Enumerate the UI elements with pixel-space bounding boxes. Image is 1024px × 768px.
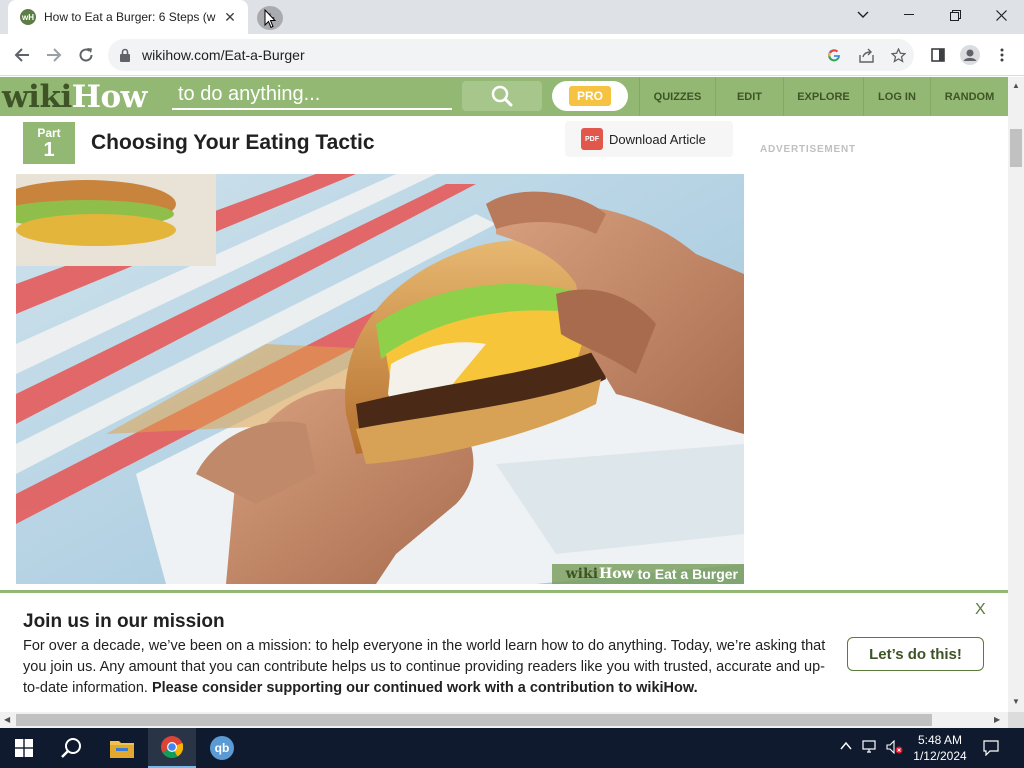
- kebab-menu-icon[interactable]: [992, 45, 1012, 65]
- banner-body: For over a decade, we’ve been on a missi…: [23, 636, 838, 699]
- minimize-button[interactable]: [886, 0, 932, 30]
- windows-taskbar: qb 5:48 AM 1/12/2024: [0, 728, 1024, 768]
- system-clock[interactable]: 5:48 AM 1/12/2024: [905, 732, 975, 764]
- scroll-up-icon[interactable]: ▲: [1012, 81, 1020, 90]
- forward-arrow-icon[interactable]: [40, 41, 68, 69]
- start-button[interactable]: [0, 728, 48, 768]
- close-window-button[interactable]: [978, 0, 1024, 30]
- pro-button[interactable]: PRO: [552, 81, 628, 111]
- nav-quizzes[interactable]: QUIZZES: [639, 77, 715, 116]
- restore-button[interactable]: [932, 0, 978, 30]
- vertical-scroll-thumb[interactable]: [1010, 129, 1022, 167]
- share-icon[interactable]: [856, 45, 876, 65]
- pdf-icon: PDF: [581, 128, 603, 150]
- part-number: 1: [43, 139, 55, 161]
- search-taskbar-button[interactable]: [48, 728, 96, 768]
- url-text: wikihow.com/Eat-a-Burger: [142, 47, 305, 63]
- burger-illustration: [16, 174, 744, 584]
- article-step-image: wiki How to Eat a Burger: [16, 174, 744, 584]
- download-article-button[interactable]: PDF Download Article: [565, 121, 733, 157]
- scroll-left-icon[interactable]: ◀: [4, 715, 10, 724]
- mission-banner: Join us in our mission For over a decade…: [0, 590, 1008, 712]
- banner-body-emphasis: Please consider supporting our continued…: [151, 680, 698, 696]
- part-badge: Part 1: [23, 122, 75, 164]
- section-title: Choosing Your Eating Tactic: [91, 131, 375, 154]
- banner-title: Join us in our mission: [23, 611, 225, 632]
- bookmark-star-icon[interactable]: [888, 45, 908, 65]
- wikihow-favicon-icon: wH: [20, 9, 36, 25]
- folder-icon: [110, 741, 134, 758]
- horizontal-scroll-thumb[interactable]: [16, 714, 932, 726]
- vertical-scrollbar[interactable]: ▲ ▼: [1008, 77, 1024, 712]
- browser-toolbar: wikihow.com/Eat-a-Burger: [0, 34, 1024, 76]
- search-icon: [491, 85, 513, 107]
- pro-badge: PRO: [568, 86, 611, 106]
- address-bar[interactable]: wikihow.com/Eat-a-Burger: [108, 39, 914, 71]
- advertisement-label: ADVERTISEMENT: [760, 144, 856, 155]
- tray-chevron-up-icon[interactable]: [840, 740, 852, 754]
- clock-time: 5:48 AM: [917, 733, 963, 747]
- side-panel-icon[interactable]: [928, 45, 948, 65]
- tab-close-icon[interactable]: ✕: [222, 9, 238, 25]
- tab-search-chevron-icon[interactable]: [840, 0, 886, 30]
- image-watermark: wiki How to Eat a Burger: [551, 564, 744, 584]
- browser-tab[interactable]: wH How to Eat a Burger: 6 Steps (wi ✕: [8, 0, 248, 34]
- windows-logo-icon: [15, 739, 33, 757]
- lock-icon: [120, 48, 130, 62]
- part-label: Part: [37, 126, 61, 140]
- clock-date: 1/12/2024: [913, 749, 967, 763]
- site-search-input[interactable]: [172, 81, 452, 108]
- back-arrow-icon[interactable]: [8, 41, 36, 69]
- nav-explore[interactable]: EXPLORE: [783, 77, 863, 116]
- site-header: wikiHow PRO QUIZZES EDIT EXPLORE LOG IN …: [0, 77, 1008, 116]
- scroll-down-icon[interactable]: ▼: [1012, 697, 1020, 706]
- nav-edit[interactable]: EDIT: [715, 77, 783, 116]
- site-search-field[interactable]: [172, 81, 452, 110]
- nav-random[interactable]: RANDOM: [930, 77, 1008, 116]
- google-icon[interactable]: [824, 45, 844, 65]
- scrollbar-corner: [1008, 712, 1024, 728]
- chrome-icon: [161, 736, 183, 758]
- download-article-label: Download Article: [609, 131, 706, 147]
- banner-close-button[interactable]: X: [975, 601, 986, 619]
- reload-icon[interactable]: [72, 41, 100, 69]
- volume-muted-icon[interactable]: [886, 739, 904, 757]
- chrome-taskbar-button[interactable]: [148, 728, 196, 768]
- nav-log-in[interactable]: LOG IN: [863, 77, 930, 116]
- banner-cta-button[interactable]: Let’s do this!: [847, 637, 984, 671]
- profile-avatar-icon[interactable]: [960, 45, 980, 65]
- tab-strip: wH How to Eat a Burger: 6 Steps (wi ✕ +: [0, 0, 1024, 34]
- site-search-button[interactable]: [462, 81, 542, 111]
- mouse-cursor-icon: [264, 9, 276, 29]
- wikihow-logo[interactable]: wikiHow: [2, 79, 147, 115]
- scroll-right-icon[interactable]: ▶: [994, 715, 1000, 724]
- notification-center-icon[interactable]: [983, 740, 999, 759]
- horizontal-scrollbar[interactable]: ◀ ▶: [0, 712, 1008, 728]
- file-explorer-button[interactable]: [98, 728, 146, 768]
- tab-title: How to Eat a Burger: 6 Steps (wi: [44, 10, 216, 24]
- qbittorrent-taskbar-button[interactable]: qb: [198, 728, 246, 768]
- network-icon[interactable]: [862, 740, 878, 757]
- qbittorrent-icon: qb: [210, 736, 234, 760]
- taskbar-search-icon: [61, 738, 81, 758]
